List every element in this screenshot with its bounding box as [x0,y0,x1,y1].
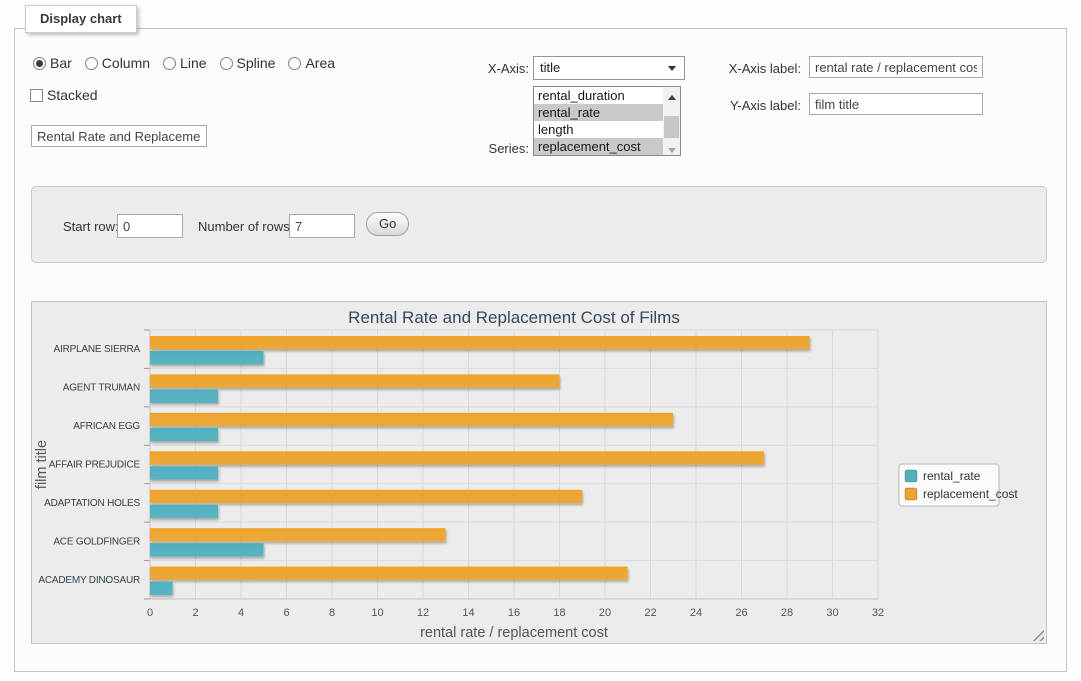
chart-type-radio-area[interactable]: Area [288,55,335,71]
category-label: AIRPLANE SIERRA [54,344,141,355]
x-tick-label: 14 [462,607,474,619]
stacked-checkbox-row[interactable]: Stacked [30,87,98,103]
chart-legend: rental_rate replacement_cost [899,464,1018,506]
x-axis-label-input[interactable] [809,56,983,78]
bar-replacement_cost-0 [150,336,810,350]
chart-type-radio-column[interactable]: Column [85,55,150,71]
num-rows-label: Number of rows: [198,219,293,234]
chart-type-label: Column [102,55,150,71]
series-list-label: Series: [455,141,529,156]
x-tick-label: 24 [690,607,702,619]
legend-label: rental_rate [923,469,981,483]
bar-rental_rate-5 [150,543,264,557]
category-label: AFRICAN EGG [73,421,140,432]
x-tick-label: 10 [371,607,383,619]
bar-replacement_cost-6 [150,567,628,581]
chart-title-input[interactable] [31,125,207,147]
series-option-length[interactable]: length [534,121,663,138]
bar-rental_rate-1 [150,389,218,403]
x-tick-label: 16 [508,607,520,619]
bar-replacement_cost-2 [150,413,673,427]
bar-chart: Rental Rate and Replacement Cost of Film… [32,302,1046,643]
scroll-down-icon[interactable] [663,140,680,155]
x-tick-label: 20 [599,607,611,619]
radio-icon[interactable] [33,57,46,70]
y-axis-label-input[interactable] [809,93,983,115]
bar-replacement_cost-1 [150,374,559,388]
legend-symbol [905,470,917,482]
x-axis-selected-value: title [540,60,560,75]
bar-rental_rate-2 [150,428,218,442]
x-axis-label-label: X-Axis label: [655,61,801,76]
chart-type-label: Line [180,55,206,71]
radio-icon[interactable] [220,57,233,70]
chart-title: Rental Rate and Replacement Cost of Film… [348,308,680,327]
bar-rental_rate-3 [150,466,218,480]
legend-label: replacement_cost [923,487,1018,501]
x-tick-label: 32 [872,607,884,619]
x-tick-label: 8 [329,607,335,619]
x-tick-label: 26 [735,607,747,619]
y-axis-label-label: Y-Axis label: [655,98,801,113]
start-row-input[interactable] [117,214,183,238]
bar-replacement_cost-5 [150,528,446,542]
y-axis-title: film title [34,440,50,489]
series-options: rental_durationrental_ratelengthreplacem… [534,87,663,155]
x-tick-label: 30 [826,607,838,619]
chart-type-label: Area [305,55,335,71]
series-multiselect[interactable]: rental_durationrental_ratelengthreplacem… [533,86,681,156]
bar-replacement_cost-3 [150,451,764,465]
chart-type-row: Bar Column Line Spline Area [33,55,348,71]
category-label: AGENT TRUMAN [63,383,140,394]
rows-panel: Start row: Number of rows: Go [31,186,1047,263]
radio-icon[interactable] [288,57,301,70]
legend-symbol [905,488,917,500]
go-button[interactable]: Go [366,212,409,236]
page: Display chart Bar Column Line Spline Area St… [0,0,1081,681]
x-tick-label: 18 [553,607,565,619]
num-rows-input[interactable] [289,214,355,238]
chart-container: Rental Rate and Replacement Cost of Film… [31,301,1047,644]
scrollbar-thumb[interactable] [664,116,679,138]
bar-rental_rate-0 [150,351,264,365]
x-tick-label: 6 [283,607,289,619]
category-label: ACE GOLDFINGER [53,536,140,547]
chart-type-label: Bar [50,55,72,71]
stacked-label: Stacked [47,87,98,103]
fieldset-legend: Display chart [25,5,137,33]
x-axis-title: rental rate / replacement cost [420,625,608,641]
start-row-label: Start row: [63,219,119,234]
bar-replacement_cost-4 [150,490,582,504]
x-tick-label: 22 [644,607,656,619]
chart-type-label: Spline [237,55,276,71]
legend-item-rental_rate[interactable]: rental_rate [905,469,981,483]
x-axis-select-label: X-Axis: [455,61,529,76]
x-tick-label: 28 [781,607,793,619]
x-tick-label: 0 [147,607,153,619]
x-tick-label: 12 [417,607,429,619]
chart-type-radio-line[interactable]: Line [163,55,206,71]
chart-type-radio-bar[interactable]: Bar [33,55,72,71]
radio-icon[interactable] [163,57,176,70]
series-option-replacement_cost[interactable]: replacement_cost [534,138,663,155]
bar-rental_rate-4 [150,505,218,519]
category-label: ADAPTATION HOLES [44,498,140,509]
radio-icon[interactable] [85,57,98,70]
x-tick-label: 4 [238,607,244,619]
display-chart-fieldset: BarColumnLineSplineArea Stacked X-Axis: … [14,28,1067,672]
category-label: ACADEMY DINOSAUR [38,575,140,586]
bar-rental_rate-6 [150,582,173,596]
x-tick-label: 2 [192,607,198,619]
stacked-checkbox[interactable] [30,89,43,102]
category-label: AFFAIR PREJUDICE [49,460,141,471]
chart-type-radio-spline[interactable]: Spline [220,55,276,71]
series-option-rental_duration[interactable]: rental_duration [534,87,663,104]
series-option-rental_rate[interactable]: rental_rate [534,104,663,121]
